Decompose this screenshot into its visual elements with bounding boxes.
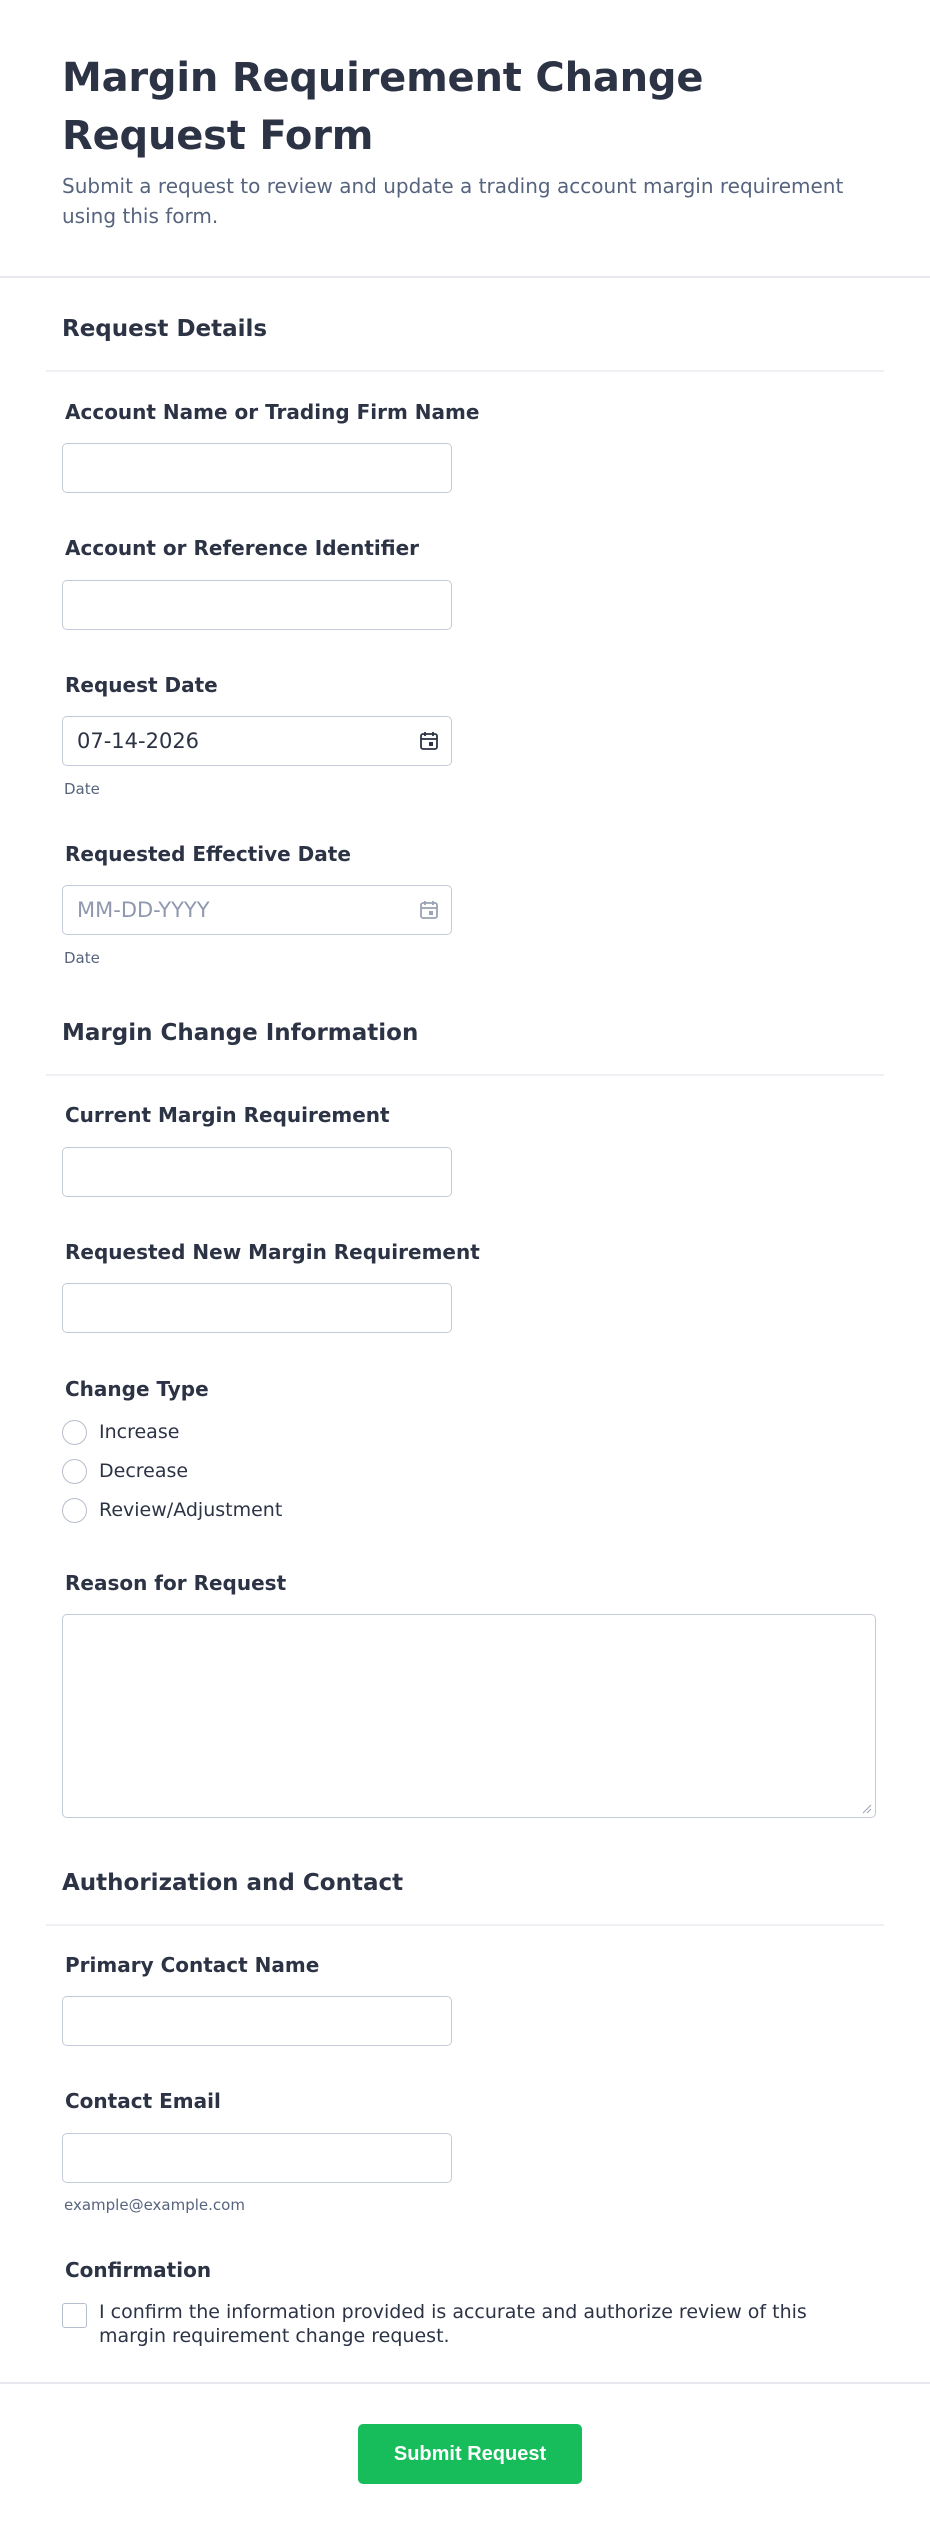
calendar-icon[interactable] — [419, 730, 439, 752]
account-id-input[interactable] — [62, 580, 452, 630]
form-header: Margin Requirement Change Request Form S… — [0, 0, 930, 278]
current-margin-label: Current Margin Requirement — [65, 1103, 390, 1127]
section-title-request-details: Request Details — [62, 316, 268, 342]
request-date-value: 07-14-2026 — [77, 729, 200, 753]
radio-option-decrease[interactable]: Decrease — [62, 1457, 188, 1485]
contact-email-label: Contact Email — [65, 2089, 221, 2113]
request-date-input[interactable]: 07-14-2026 — [62, 716, 452, 766]
section-title-authorization: Authorization and Contact — [62, 1870, 404, 1896]
form-subtitle: Submit a request to review and update a … — [62, 174, 844, 228]
section-title-margin-change: Margin Change Information — [62, 1020, 419, 1046]
reason-textarea[interactable] — [62, 1614, 876, 1818]
account-name-label: Account Name or Trading Firm Name — [65, 400, 480, 424]
reason-label: Reason for Request — [65, 1571, 287, 1595]
account-name-input[interactable] — [62, 443, 452, 493]
current-margin-input[interactable] — [62, 1147, 452, 1197]
effective-date-placeholder: MM-DD-YYYY — [77, 898, 210, 922]
request-date-sublabel: Date — [64, 780, 100, 798]
radio-label: Decrease — [99, 1460, 189, 1482]
effective-date-sublabel: Date — [64, 949, 100, 967]
effective-date-input[interactable]: MM-DD-YYYY — [62, 885, 452, 935]
radio-button[interactable] — [62, 1419, 87, 1445]
confirmation-text: I confirm the information provided is ac… — [99, 2301, 807, 2347]
radio-button[interactable] — [62, 1497, 87, 1523]
effective-date-label: Requested Effective Date — [65, 842, 351, 866]
radio-label: Increase — [99, 1421, 180, 1443]
confirmation-checkbox[interactable] — [62, 2303, 87, 2328]
submit-button[interactable]: Submit Request — [358, 2424, 582, 2484]
change-type-label: Change Type — [65, 1377, 209, 1401]
confirmation-option[interactable]: I confirm the information provided is ac… — [62, 2300, 862, 2348]
new-margin-input[interactable] — [62, 1283, 452, 1333]
confirmation-label: Confirmation — [65, 2258, 212, 2282]
section-request-details: Request Details — [46, 316, 884, 372]
contact-name-label: Primary Contact Name — [65, 1953, 320, 1977]
account-id-label: Account or Reference Identifier — [65, 536, 420, 560]
form-footer: Submit Request — [0, 2382, 930, 2530]
radio-option-increase[interactable]: Increase — [62, 1418, 179, 1446]
request-date-label: Request Date — [65, 673, 218, 697]
contact-name-input[interactable] — [62, 1996, 452, 2046]
radio-label: Review/Adjustment — [99, 1499, 283, 1521]
resize-handle-icon[interactable] — [862, 1804, 872, 1814]
section-margin-change: Margin Change Information — [46, 1020, 884, 1076]
contact-email-sublabel: example@example.com — [64, 2196, 245, 2214]
section-authorization: Authorization and Contact — [46, 1870, 884, 1926]
new-margin-label: Requested New Margin Requirement — [65, 1240, 480, 1264]
radio-button[interactable] — [62, 1458, 87, 1484]
form-title: Margin Requirement Change Request Form — [62, 55, 704, 159]
calendar-icon[interactable] — [419, 899, 439, 921]
contact-email-input[interactable] — [62, 2133, 452, 2183]
radio-option-review-adjustment[interactable]: Review/Adjustment — [62, 1496, 282, 1524]
